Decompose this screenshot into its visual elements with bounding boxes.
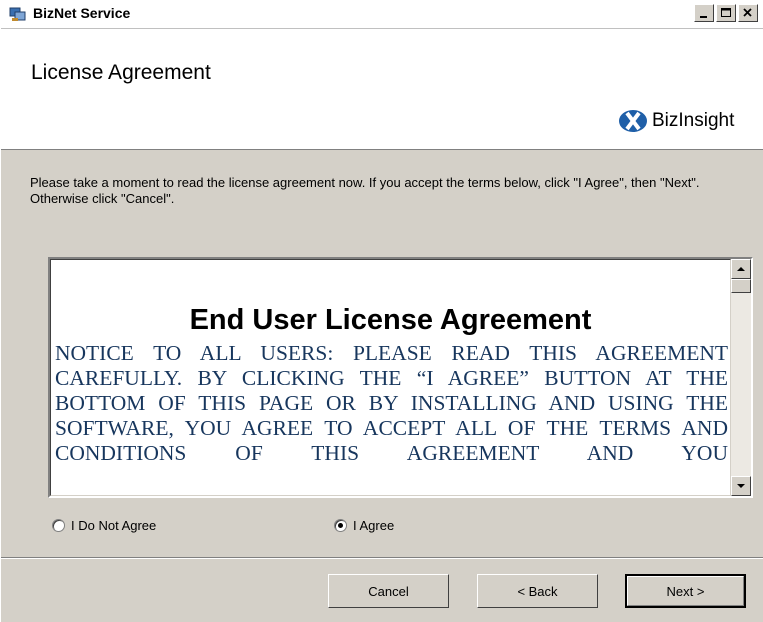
window-title: BizNet Service (33, 5, 131, 21)
footer-divider (1, 557, 763, 559)
agree-radio[interactable] (334, 519, 347, 532)
back-button[interactable]: < Back (477, 574, 598, 608)
cancel-button[interactable]: Cancel (328, 574, 449, 608)
bizinsight-logo-icon (619, 110, 647, 132)
disagree-option[interactable]: I Do Not Agree (52, 518, 156, 533)
instructions-text: Please take a moment to read the license… (30, 175, 700, 206)
logo-text: BizInsight (652, 110, 735, 131)
minimize-button[interactable] (694, 4, 714, 22)
license-scrollbar[interactable] (731, 259, 751, 496)
license-heading: End User License Agreement (189, 304, 592, 336)
close-button[interactable] (738, 4, 758, 22)
license-content: End User License Agreement NOTICE TO ALL… (50, 259, 731, 496)
scroll-up-button[interactable] (731, 259, 751, 279)
arrow-up-icon (737, 267, 745, 271)
next-button[interactable]: Next > (625, 574, 746, 608)
header-banner: License Agreement BizInsight (1, 29, 763, 149)
agree-label: I Agree (353, 518, 395, 533)
title-bar[interactable]: BizNet Service (1, 0, 763, 29)
scroll-thumb[interactable] (731, 279, 751, 293)
license-text-box[interactable]: End User License Agreement NOTICE TO ALL… (48, 257, 753, 498)
arrow-down-icon (737, 484, 745, 488)
page-title: License Agreement (31, 61, 211, 84)
scroll-down-button[interactable] (731, 476, 751, 496)
maximize-button[interactable] (716, 4, 736, 22)
installer-window: BizNet Service License Agreement BizInsi… (0, 0, 763, 622)
app-icon (9, 7, 26, 21)
close-icon (743, 8, 752, 17)
bizinsight-logo: BizInsight (618, 108, 734, 134)
minimize-icon (700, 16, 707, 18)
license-body: NOTICE TO ALL USERS: PLEASE READ THIS AG… (55, 341, 728, 465)
maximize-icon (721, 8, 731, 17)
disagree-radio[interactable] (52, 519, 65, 532)
agree-option[interactable]: I Agree (334, 518, 394, 533)
disagree-label: I Do Not Agree (71, 518, 157, 533)
